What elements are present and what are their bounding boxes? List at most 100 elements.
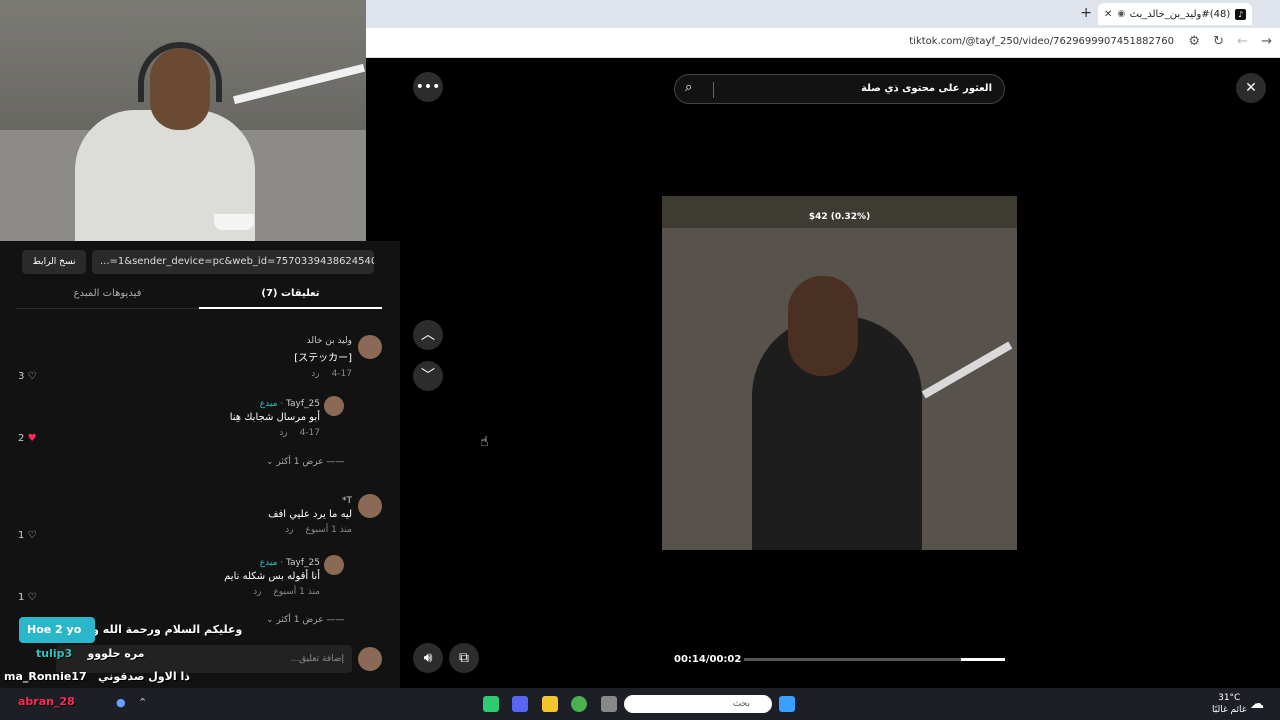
microphone-icon[interactable]: ● [116,696,132,712]
video-frame[interactable]: $42 (0.32%) [662,196,1017,550]
avatar[interactable] [324,555,344,575]
reply-link[interactable]: رد [285,525,293,535]
site-settings-icon[interactable]: ⚙ [1188,34,1200,49]
like-count[interactable]: 2 ♥ [18,433,37,444]
like-count[interactable]: 1 ♡ [18,592,37,603]
chrome-icon[interactable] [571,696,587,712]
discord-icon[interactable] [512,696,528,712]
comment-author[interactable]: T* [268,496,352,506]
comment-item: Tayf_25 · مبدع أنا أقوله بس شكله نايم من… [224,558,320,597]
browser-tab[interactable]: ♪ (48)#وليد_بن_خالد_بث_48_ب ◉ ✕ [1098,3,1252,25]
mouse-cursor-icon: ☝︎ [480,434,489,450]
comment-item: Tayf_25 · مبدع أبو مرسال شجابك هِنا 4-17… [230,399,320,438]
comment-tabs: (7) تعليقات فيديوهات المبدع [16,283,382,309]
chevron-down-icon: ⌄ [266,457,274,467]
close-icon: ✕ [1245,80,1257,96]
video-player: العثور على محتوى ذي صلة ⌕ $42 (0.32%) 00… [662,58,1017,688]
reply-link[interactable]: رد [279,428,287,438]
volume-button[interactable]: 🔊︎ [413,643,443,673]
chevron-up-icon[interactable]: ⌃ [138,696,154,712]
app-icon[interactable] [483,696,499,712]
like-count[interactable]: 1 ♡ [18,530,37,541]
view-more-replies[interactable]: ⌄ عرض 1 أكثر —— [266,457,344,467]
reload-icon[interactable]: ↻ [1213,34,1224,49]
reply-link[interactable]: رد [311,369,319,379]
tab-title: (48)#وليد_بن_خالد_بث_48_ب [1130,8,1231,20]
comment-text: أنا أقوله بس شكله نايم [224,571,320,582]
view-more-replies[interactable]: ⌄ عرض 1 أكثر —— [266,615,344,625]
like-count[interactable]: 3 ♡ [18,371,37,382]
comment-item: T* ليه ما يرد عليي افف منذ 1 أسبوع رد [268,496,352,535]
heart-icon: ♡ [27,530,37,541]
avatar[interactable] [324,396,344,416]
chevron-down-icon: ﹀ [421,368,435,384]
comment-date: منذ 1 أسبوع [273,587,321,597]
progress-fill [960,658,1005,661]
pip-button[interactable]: ⧉ [449,643,479,673]
search-placeholder: العثور على محتوى ذي صلة [861,83,992,94]
comment-author[interactable]: وليد بن خالد [294,336,352,346]
comment-text: أبو مرسال شجابك هِنا [229,412,320,423]
cup [214,214,254,230]
tab-comments[interactable]: (7) تعليقات [199,283,382,309]
screen: ♪ (48)#وليد_بن_خالد_بث_48_ب ◉ ✕ + → ← ↻ … [0,0,1280,720]
back-icon[interactable]: → [1261,34,1272,49]
heart-filled-icon: ♥ [27,433,37,444]
chat-line: ma_Ronnie17 ذا الاول صدقوني [4,670,190,683]
taskbar-search[interactable]: بحث [624,695,772,713]
creator-badge: · مبدع [259,399,284,409]
comment-author[interactable]: Tayf_25 [286,558,320,568]
comment-text: [ステッカー] [294,353,352,364]
search-icon[interactable]: ⌕ [685,80,692,95]
forward-icon[interactable]: ← [1237,34,1248,49]
avatar[interactable] [358,335,382,359]
avatar[interactable] [358,494,382,518]
avatar [358,647,382,671]
url-text[interactable]: tiktok.com/@tayf_250/video/7629699907451… [909,36,1174,47]
more-options-button[interactable]: ••• [413,72,443,102]
copy-link-button[interactable]: نسخ الرابط [22,250,86,274]
chevron-down-icon: ⌄ [266,615,274,625]
picture-in-picture-icon: ⧉ [459,650,469,666]
search-input[interactable]: العثور على محتوى ذي صلة ⌕ [674,74,1005,104]
previous-video-button[interactable]: ︿ [413,320,443,350]
more-icon: ••• [415,79,441,95]
chat-line: tulip3 مره حلووو [36,647,144,660]
weather-desc: غائم غالبًا [1212,705,1247,715]
close-button[interactable]: ✕ [1236,73,1266,103]
volume-icon: 🔊︎ [423,650,433,666]
like-number: 1 [18,530,25,541]
like-number: 1 [18,592,25,603]
tab-creator-videos[interactable]: فيديوهات المبدع [16,283,199,309]
view-more-label: عرض 1 أكثر [276,615,324,625]
heart-icon: ♡ [27,371,37,382]
windows-start-icon[interactable] [779,696,795,712]
cloud-icon: ☁ [1250,696,1264,712]
address-bar: → ← ↻ ⚙ tiktok.com/@tayf_250/video/76296… [366,28,1280,58]
close-tab-icon[interactable]: ✕ [1104,9,1112,20]
folder-icon[interactable] [542,696,558,712]
chevron-up-icon: ︿ [421,327,435,343]
comment-author[interactable]: Tayf_25 [286,399,320,409]
weather-widget[interactable]: 31°C غائم غالبًا [1212,692,1246,716]
webcam-overlay [0,0,366,241]
taskbar: abran_28 ⌃ ● بحث 31°C غائم غالبًا ☁ [0,688,1280,720]
next-video-button[interactable]: ﹀ [413,361,443,391]
like-number: 2 [18,433,25,444]
tab-strip: ♪ (48)#وليد_بن_خالد_بث_48_ب ◉ ✕ + [366,0,1280,28]
like-number: 3 [18,371,25,382]
chat-text: ذا الاول صدقوني [98,670,190,683]
chat-text: مره حلووو [87,647,145,660]
weather-temp: 31°C [1218,693,1241,703]
app-icon[interactable] [601,696,617,712]
chat-badge: Hoe 2 yo [19,617,95,643]
share-link-field[interactable]: ...=1&sender_device=pc&web_id=7570339438… [92,250,374,274]
progress-bar[interactable] [744,658,1005,661]
chat-user: abran_28 [18,695,75,708]
new-tab-icon[interactable]: + [1080,5,1092,21]
chat-user: tulip3 [36,647,73,660]
reply-link[interactable]: رد [253,587,261,597]
price-overlay: $42 (0.32%) [808,212,871,222]
creator-badge: · مبدع [259,558,284,568]
comment-date: 4-17 [299,428,320,438]
